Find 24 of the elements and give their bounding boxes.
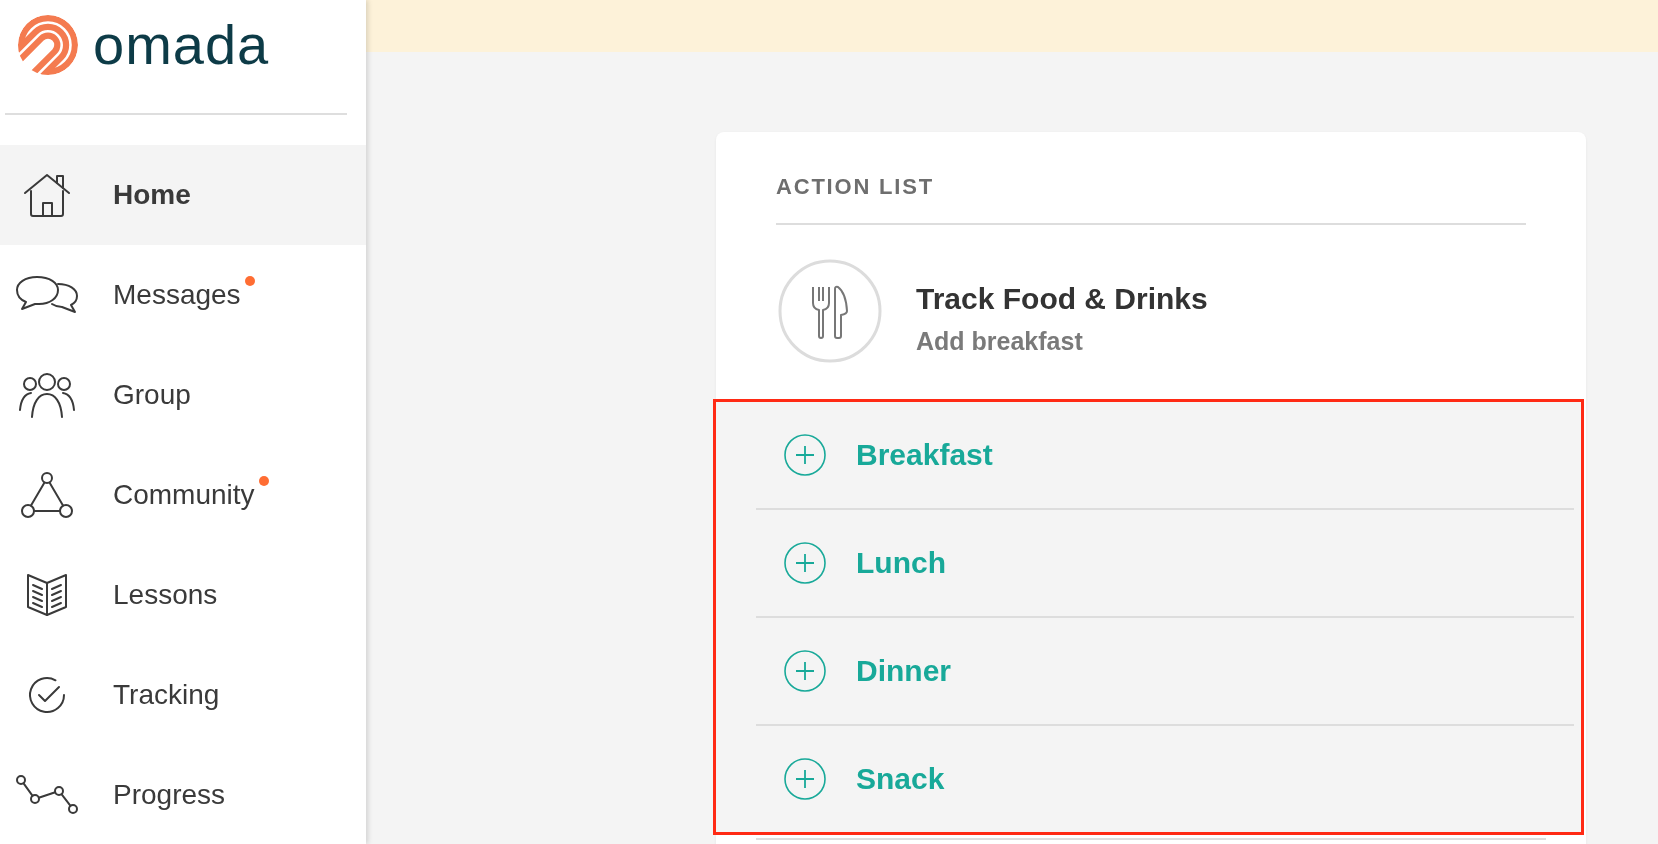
- sidebar-item[interactable]: Tracking: [0, 645, 366, 745]
- plus-circle-icon: [784, 542, 826, 584]
- sidebar-item[interactable]: Lessons: [0, 545, 366, 645]
- task-title: Track Food & Drinks: [916, 281, 1208, 317]
- logo-wordmark: omada: [93, 17, 270, 73]
- plus-circle-icon: [784, 434, 826, 476]
- check-circle-icon: [27, 675, 67, 715]
- people-icon: [18, 372, 76, 418]
- task-subtitle: Add breakfast: [916, 326, 1084, 357]
- book-icon: [26, 573, 68, 617]
- sidebar-item[interactable]: Progress: [0, 745, 366, 844]
- section-heading: ACTION LIST: [776, 174, 934, 200]
- sidebar-item[interactable]: Messages: [0, 245, 366, 345]
- sidebar-item[interactable]: Community: [0, 445, 366, 545]
- fork-knife-icon: [778, 259, 882, 363]
- chat-bubbles-icon: [15, 275, 79, 315]
- home-icon: [22, 172, 72, 218]
- plus-circle-icon: [784, 758, 826, 800]
- sidebar-item[interactable]: Home: [0, 145, 366, 245]
- network-triangle-icon: [21, 472, 73, 518]
- logo-icon: [18, 15, 78, 75]
- line-graph-icon: [15, 775, 79, 815]
- plus-circle-icon: [784, 650, 826, 692]
- sidebar-item[interactable]: Group: [0, 345, 366, 445]
